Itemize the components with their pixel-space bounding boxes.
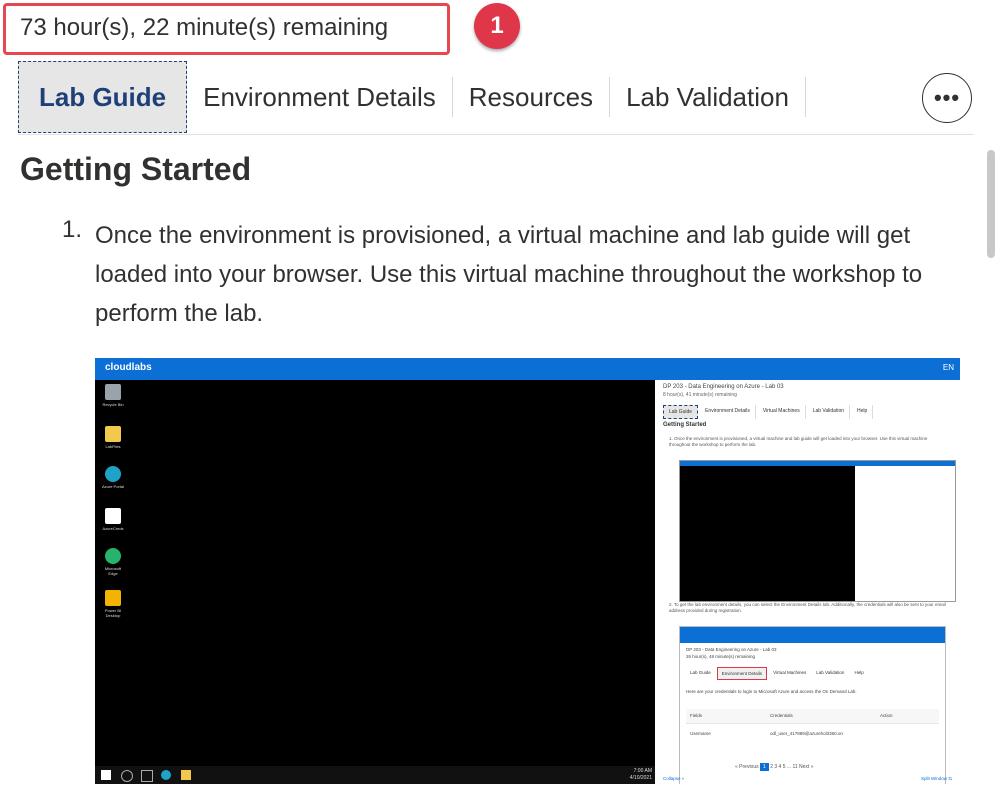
step-number: 1.	[62, 216, 83, 243]
language-indicator: EN	[942, 363, 954, 372]
pagination: « Previous 1 2 3 4 5 ... 11 Next »	[735, 763, 814, 771]
tab-lab-guide[interactable]: Lab Guide	[18, 61, 188, 133]
screenshot-header-bar: cloudlabs EN	[95, 358, 960, 380]
nested-screenshot	[679, 460, 956, 602]
nested-environment-screenshot: DP 203 - Data Engineering on Azure - Lab…	[679, 626, 946, 784]
task-view-icon	[141, 770, 153, 782]
recycle-bin-icon: Recycle Bin	[101, 384, 125, 407]
annotation-badge: 1	[474, 3, 520, 49]
tab-bar: Lab Guide Environment Details Resources …	[18, 61, 806, 133]
tab-lab-validation[interactable]: Lab Validation	[610, 77, 806, 117]
embedded-screenshot: cloudlabs EN Recycle Bin LabFiles Azure …	[95, 358, 960, 784]
time-remaining-text: 73 hour(s), 22 minute(s) remaining	[20, 14, 389, 41]
taskbar-clock: 7:00 AM 4/10/2021	[629, 768, 652, 781]
section-heading: Getting Started	[20, 151, 252, 187]
tab-divider	[18, 134, 974, 135]
scrollbar-thumb[interactable]	[987, 150, 995, 258]
folder-icon: LabFiles	[101, 426, 125, 449]
tab-resources[interactable]: Resources	[453, 77, 611, 117]
file-icon: AzureCreds	[101, 508, 125, 531]
more-options-button[interactable]: •••	[922, 73, 972, 123]
edge-icon	[161, 770, 171, 780]
step-text: Once the environment is provisioned, a v…	[95, 222, 923, 327]
windows-start-icon	[101, 770, 111, 780]
search-icon	[121, 770, 133, 782]
edge-icon: Microsoft Edge	[101, 548, 125, 576]
tab-environment-details[interactable]: Environment Details	[187, 77, 453, 117]
edge-icon: Azure Portal	[101, 466, 125, 489]
windows-taskbar: 7:00 AM 4/10/2021	[95, 766, 660, 784]
cloudlabs-logo: cloudlabs	[105, 362, 152, 373]
pane-footer: Collapse » Split Window ⇆	[663, 776, 952, 781]
power-bi-icon: Power BI Desktop	[101, 590, 125, 618]
folder-icon	[181, 770, 191, 780]
lab-guide-pane: DP 203 - Data Engineering on Azure - Lab…	[655, 380, 960, 784]
mini-tab-bar: Lab Guide Environment Details Virtual Ma…	[663, 405, 874, 419]
